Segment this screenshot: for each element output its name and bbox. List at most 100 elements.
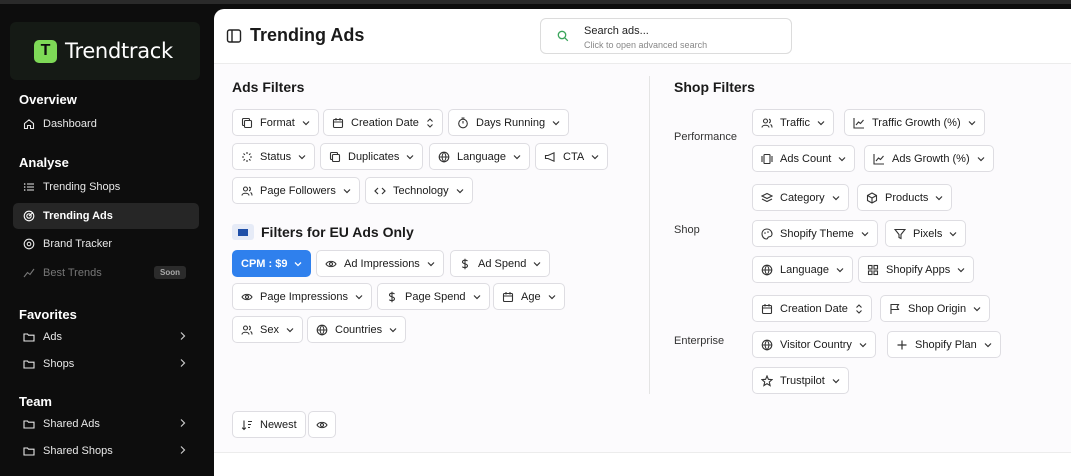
trustpilot-filter[interactable]: Trustpilot <box>752 367 849 394</box>
shop-label: Shop <box>674 224 700 236</box>
cpm-filter[interactable]: CPM : $9 <box>232 250 312 277</box>
sort-updown-icon <box>426 117 434 128</box>
sidebar-item-label: Shops <box>43 358 75 370</box>
loader-icon <box>241 151 253 163</box>
chip-label: Page Impressions <box>260 290 349 303</box>
chevron-down-icon <box>294 261 302 267</box>
eye-icon <box>241 291 253 303</box>
target-icon <box>23 238 35 250</box>
search-box[interactable]: Search ads... Click to open advanced sea… <box>540 18 792 54</box>
sidebar-item-label: Shared Ads <box>43 418 100 430</box>
shop-origin-filter[interactable]: Shop Origin <box>880 295 991 322</box>
category-filter[interactable]: Category <box>752 184 849 211</box>
chip-label: Shopify Apps <box>886 263 951 276</box>
folder-icon <box>23 418 35 430</box>
sidebar-item-ads[interactable]: Ads <box>13 324 199 350</box>
status-filter[interactable]: Status <box>232 143 316 170</box>
sidebar-item-dashboard[interactable]: Dashboard <box>13 111 199 137</box>
calendar-icon <box>332 117 344 129</box>
chip-label: Category <box>780 191 825 204</box>
chip-label: Countries <box>335 323 383 336</box>
app-name: Trendtrack <box>65 39 173 63</box>
visibility-toggle-button[interactable] <box>308 411 336 438</box>
page-spend-filter[interactable]: Page Spend <box>377 283 490 310</box>
chip-label: Status <box>260 150 292 163</box>
sidebar-item-brand-tracker[interactable]: Brand Tracker <box>13 231 199 257</box>
sidebar-item-label: Trending Shops <box>43 181 121 193</box>
chip-label: Traffic <box>780 116 810 129</box>
dollar-icon <box>459 258 471 270</box>
section-title-team: Team <box>19 394 52 409</box>
sidebar-item-shops[interactable]: Shops <box>13 351 199 377</box>
cta-filter[interactable]: CTA <box>535 143 609 170</box>
chevron-down-icon <box>984 342 992 348</box>
sort-newest-button[interactable]: Newest <box>232 411 306 438</box>
copy-icon <box>241 117 253 129</box>
age-filter[interactable]: Age <box>493 283 565 310</box>
chevron-down-icon <box>832 378 840 384</box>
ads-filters-title: Ads Filters <box>232 79 305 95</box>
app-logo[interactable]: T Trendtrack <box>10 22 200 80</box>
sidebar-item-trending-shops[interactable]: Trending Shops <box>13 174 199 200</box>
chevron-down-icon <box>456 188 464 194</box>
shopify-theme-filter[interactable]: Shopify Theme <box>752 220 878 247</box>
chevron-right-icon <box>179 418 187 428</box>
ads-growth-filter[interactable]: Ads Growth (%) <box>864 145 994 172</box>
chip-label: Days Running <box>476 116 546 129</box>
chip-label: Ads Count <box>780 152 832 165</box>
shopify-plan-filter[interactable]: Shopify Plan <box>887 331 1001 358</box>
days-running-filter[interactable]: Days Running <box>448 109 570 136</box>
calendar-icon <box>761 303 773 315</box>
page-followers-filter[interactable]: Page Followers <box>232 177 360 204</box>
traffic-growth-filter[interactable]: Traffic Growth (%) <box>844 109 985 136</box>
sex-filter[interactable]: Sex <box>232 316 303 343</box>
sidebar-item-trending-ads[interactable]: Trending Ads <box>13 203 199 229</box>
chevron-down-icon <box>935 195 943 201</box>
shopify-apps-filter[interactable]: Shopify Apps <box>858 256 975 283</box>
chevron-down-icon <box>473 294 481 300</box>
search-subtitle: Click to open advanced search <box>584 40 708 50</box>
chip-label: Language <box>457 150 506 163</box>
chevron-down-icon <box>548 294 556 300</box>
chip-label: Traffic Growth (%) <box>872 116 961 129</box>
chevron-down-icon <box>355 294 363 300</box>
ads-count-filter[interactable]: Ads Count <box>752 145 856 172</box>
chevron-down-icon <box>949 231 957 237</box>
chip-label: Page Followers <box>260 184 336 197</box>
globe-icon <box>316 324 328 336</box>
chevron-down-icon <box>591 154 599 160</box>
shop-language-filter[interactable]: Language <box>752 256 853 283</box>
sidebar-toggle-icon[interactable] <box>226 28 242 44</box>
products-filter[interactable]: Products <box>857 184 953 211</box>
traffic-filter[interactable]: Traffic <box>752 109 834 136</box>
sidebar-item-shared-shops[interactable]: Shared Shops <box>13 438 199 464</box>
ad-spend-filter[interactable]: Ad Spend <box>450 250 551 277</box>
page-impressions-filter[interactable]: Page Impressions <box>232 283 373 310</box>
folder-icon <box>23 331 35 343</box>
pixels-filter[interactable]: Pixels <box>885 220 967 247</box>
calendar-icon <box>502 291 514 303</box>
chevron-down-icon <box>832 195 840 201</box>
visitor-country-filter[interactable]: Visitor Country <box>752 331 876 358</box>
eu-flag-icon <box>232 224 254 240</box>
chip-label: Creation Date <box>780 302 848 315</box>
globe-icon <box>761 264 773 276</box>
column-divider <box>649 76 650 394</box>
countries-filter[interactable]: Countries <box>307 316 407 343</box>
trend-icon <box>23 267 35 279</box>
chip-label: Ad Spend <box>478 257 527 270</box>
list-icon <box>23 181 35 193</box>
technology-filter[interactable]: Technology <box>365 177 473 204</box>
chevron-down-icon <box>552 120 560 126</box>
language-filter[interactable]: Language <box>429 143 530 170</box>
chevron-down-icon <box>286 327 294 333</box>
chip-label: Visitor Country <box>780 338 852 351</box>
creation-date-filter[interactable]: Creation Date <box>323 109 443 136</box>
duplicates-filter[interactable]: Duplicates <box>320 143 424 170</box>
shop-creation-date-filter[interactable]: Creation Date <box>752 295 872 322</box>
chip-label: CTA <box>563 150 585 163</box>
format-filter[interactable]: Format <box>232 109 319 136</box>
sidebar-item-shared-ads[interactable]: Shared Ads <box>13 411 199 437</box>
ad-impressions-filter[interactable]: Ad Impressions <box>316 250 444 277</box>
performance-label: Performance <box>674 131 737 143</box>
